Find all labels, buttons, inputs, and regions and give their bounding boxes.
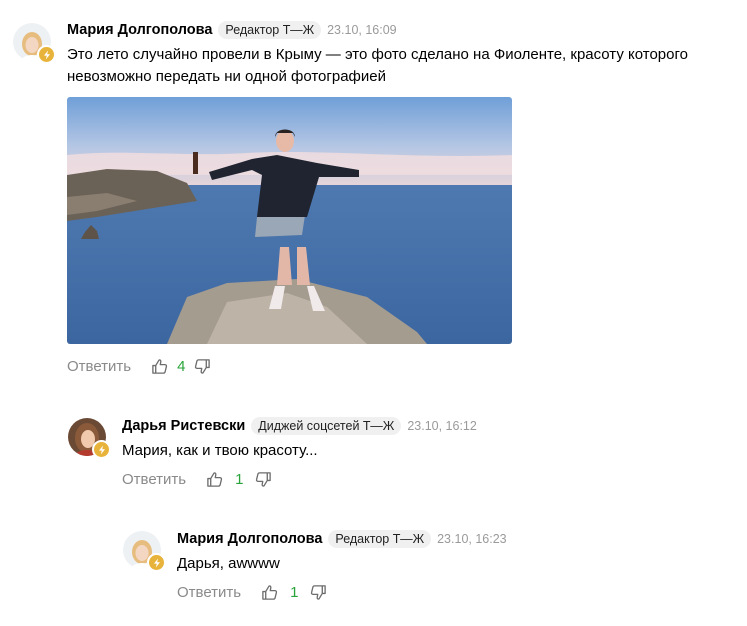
lightning-badge-icon [37,45,56,64]
thumbs-up-icon[interactable] [260,583,278,601]
role-badge: Диджей соцсетей Т—Ж [251,417,402,435]
avatar[interactable] [68,418,111,459]
lightning-badge-icon [92,440,111,459]
comment-text: Дарья, awwww [177,555,280,572]
timestamp[interactable]: 23.10, 16:23 [437,532,507,546]
thumbs-down-icon[interactable] [193,357,211,375]
comment-reply: Мария Долгополова Редактор Т—Ж 23.10, 16… [0,513,747,623]
comment-text: Мария, как и твою красоту... [122,442,318,459]
author-name[interactable]: Мария Долгополова [67,22,212,38]
like-count: 4 [177,357,186,375]
avatar[interactable] [13,23,56,64]
thumbs-down-icon[interactable] [309,583,327,601]
avatar[interactable] [123,531,166,572]
reply-button[interactable]: Ответить [67,358,131,375]
role-badge: Редактор Т—Ж [218,21,322,39]
comment-photo[interactable] [67,97,512,344]
reply-button[interactable]: Ответить [177,584,241,601]
thumbs-up-icon[interactable] [205,470,223,488]
lightning-badge-icon [147,553,166,572]
timestamp[interactable]: 23.10, 16:12 [407,419,477,433]
like-count: 1 [290,583,299,601]
thumbs-up-icon[interactable] [150,357,168,375]
like-count: 1 [235,470,244,488]
timestamp[interactable]: 23.10, 16:09 [327,23,397,37]
comment-reply: Дарья Ристевски Диджей соцсетей Т—Ж 23.1… [0,400,747,510]
role-badge: Редактор Т—Ж [328,530,432,548]
thumbs-down-icon[interactable] [254,470,272,488]
author-name[interactable]: Дарья Ристевски [122,418,245,434]
author-name[interactable]: Мария Долгополова [177,531,322,547]
comment-text: Это лето случайно провели в Крыму — это … [67,46,688,85]
comment: Мария Долгополова Редактор Т—Ж 23.10, 16… [0,0,747,390]
reply-button[interactable]: Ответить [122,471,186,488]
